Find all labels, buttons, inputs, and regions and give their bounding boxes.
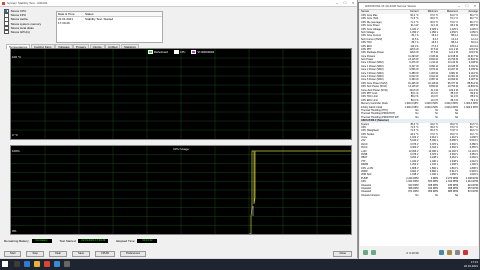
aida64-stability-window: System Stability Test - AIDA64 – □ × Str… [0, 0, 358, 258]
store-icon[interactable] [64, 261, 70, 267]
maximize-icon[interactable]: □ [463, 3, 471, 9]
nav-left-icon[interactable] [363, 250, 368, 255]
stress-option-label: Stress GPU(s) [10, 30, 30, 35]
clear-button[interactable]: Clear [48, 250, 68, 258]
hwinfo-titlebar: HWiNFO64 v6.40-4330 Sensor Status – □ × [359, 3, 479, 10]
close-sensors-icon[interactable] [462, 250, 468, 255]
aida64-taskbar-icon[interactable] [44, 261, 50, 267]
event-datetime: 22.01.2021 17:30:29 [58, 17, 74, 25]
sensor-name: Chassis Intrusion [361, 193, 380, 197]
legend-label: Motherboard [153, 50, 169, 54]
sensor-elapsed-time: 0:10:30 [409, 250, 419, 255]
report-icon[interactable] [438, 250, 444, 255]
system-tray[interactable]: 17:41 22.01.2021 [464, 260, 478, 268]
test-started-label: Test Started: [59, 239, 77, 243]
temperature-grid [11, 49, 351, 139]
windows-start-icon[interactable] [2, 261, 8, 267]
table-row[interactable]: 22.01.2021 17:30:29 Stability Test: Star… [57, 17, 162, 25]
column-header-datetime[interactable]: Date & Time [57, 12, 84, 16]
elapsed-time-label: Elapsed Time: [116, 239, 136, 243]
sensor-current: No [415, 193, 419, 197]
sensor-average [458, 194, 478, 197]
start-button[interactable]: Start [4, 250, 22, 258]
cpu-usage-title: CPU Usage [173, 147, 189, 151]
save-button[interactable]: Save [72, 250, 90, 258]
remaining-battery-value: No battery [31, 239, 52, 243]
cpu-usage-graph: CPU Usage 100% 0% [10, 145, 352, 235]
legend-item-cpu[interactable]: CPU [174, 50, 185, 54]
sensor-table[interactable]: CPU Core Max 60,0 °C 37,0 °C 64,0 °C 59,2 °C… [360, 14, 478, 246]
close-button[interactable]: Close [333, 250, 352, 258]
aida64-app-icon [2, 1, 5, 5]
checkbox[interactable] [4, 29, 9, 35]
elapsed-clock-icon: ⏱ [406, 250, 409, 255]
nav-right-icon[interactable] [371, 250, 376, 255]
windows-taskbar: 17:41 22.01.2021 [0, 259, 480, 270]
action-buttons: Start Stop Clear Save CPUID Preferences … [4, 250, 354, 258]
stress-options-list: Stress CPU Stress FPU Stress cache Stres… [4, 8, 54, 35]
y-axis-max-label: 100% [12, 149, 20, 153]
stress-option-gpu[interactable]: Stress GPU(s) [4, 29, 54, 35]
test-status-bar: Remaining Battery: No battery Test Start… [4, 238, 354, 244]
settings-icon[interactable] [446, 250, 452, 255]
preferences-button[interactable]: Preferences [120, 250, 147, 258]
legend-item-disk[interactable]: ST1000DM003 [191, 50, 214, 54]
legend-item-motherboard[interactable]: Motherboard [147, 50, 169, 54]
clock-reset-icon[interactable] [454, 250, 460, 255]
test-started-value: 22.01.2021 17:30:29 [78, 239, 109, 243]
sensor-row[interactable]: Chassis Intrusion No No No [360, 194, 478, 197]
elapsed-time-value: 00:10:32 [137, 239, 158, 243]
event-status: Stability Test: Started [85, 17, 114, 21]
close-icon[interactable]: × [471, 3, 479, 9]
event-log-table: Date & Time Status 22.01.2021 17:30:29 S… [56, 11, 163, 43]
search-icon[interactable] [14, 261, 20, 267]
legend-label: CPU [180, 50, 186, 54]
sensor-maximum: No [455, 193, 459, 197]
y-axis-min-label: 0% [12, 229, 17, 233]
aida-window-title: System Stability Test - AIDA64 [7, 1, 48, 5]
hwinfo-taskbar-icon[interactable] [54, 261, 60, 267]
temperature-legend: Motherboard CPU ST1000DM003 [11, 50, 351, 54]
column-header-status[interactable]: Status [84, 12, 161, 16]
close-icon[interactable]: × [349, 0, 357, 6]
hwinfo-toolbar: ⏱ 0:10:30 [360, 247, 478, 258]
minimize-icon[interactable]: – [455, 3, 463, 9]
clock-date: 22.01.2021 [464, 264, 478, 268]
sensor-minimum: No [435, 193, 439, 197]
minimize-icon[interactable]: – [333, 0, 341, 6]
cpu-usage-plot [11, 146, 351, 234]
hwinfo-sensor-window: HWiNFO64 v6.40-4330 Sensor Status – □ × … [358, 2, 480, 260]
y-axis-min-label: 0 °C [12, 133, 18, 137]
y-axis-max-label: 100 °C [12, 55, 22, 59]
aida-titlebar: System Stability Test - AIDA64 – □ × [0, 0, 357, 7]
remaining-battery-label: Remaining Battery: [4, 239, 30, 243]
maximize-icon[interactable]: □ [341, 0, 349, 6]
file-explorer-icon[interactable] [34, 261, 40, 267]
temperature-graph: Motherboard CPU ST1000DM003 100 °C 0 °C [10, 48, 352, 140]
legend-label: ST1000DM003 [197, 50, 215, 54]
edge-browser-icon[interactable] [24, 261, 30, 267]
stop-button[interactable]: Stop [26, 250, 44, 258]
cpuid-button[interactable]: CPUID [94, 250, 116, 258]
hwinfo-window-title: HWiNFO64 v6.40-4330 Sensor Status [365, 4, 416, 8]
